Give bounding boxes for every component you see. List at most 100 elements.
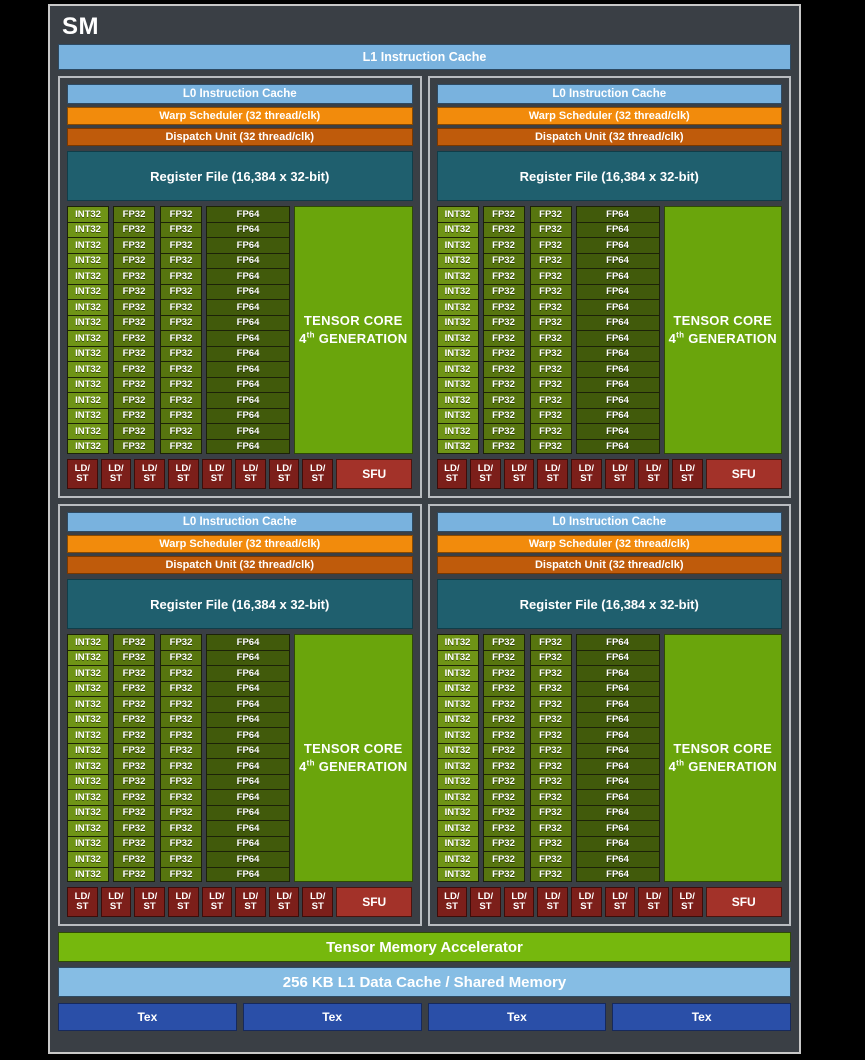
fp64-core-cell: FP64 bbox=[206, 758, 290, 774]
fp64-core-group: FP64 FP64 FP64 FP64 FP64 FP64 FP64 FP64 FP64 FP64… bbox=[575, 634, 660, 882]
int32-core-cell: INT32 bbox=[67, 789, 109, 805]
fp64-core-cell: FP64 bbox=[575, 330, 660, 346]
fp32-core-cell: FP32 bbox=[160, 268, 202, 284]
fp32-core-cell: FP32 bbox=[113, 283, 155, 299]
fp64-core-cell: FP64 bbox=[575, 423, 660, 439]
ldst-unit: LD/ST bbox=[268, 887, 300, 917]
fp64-core-cell: FP64 bbox=[575, 314, 660, 330]
fp32-core-group: FP32 FP32 FP32 FP32 FP32 FP32 FP32 FP32 FP32 FP32… bbox=[113, 206, 202, 454]
int32-core-cell: INT32 bbox=[436, 206, 479, 222]
core-array: INT32 INT32 INT32 INT32 INT32 INT32 INT32 INT32… bbox=[436, 206, 782, 454]
fp32-core-cell: FP32 bbox=[529, 649, 572, 665]
fp32-core-cell: FP32 bbox=[482, 299, 525, 315]
tensor-core-text: TENSOR CORE 4th GENERATION bbox=[299, 312, 407, 347]
int32-core-cell: INT32 bbox=[436, 866, 479, 882]
fp64-core-cell: FP64 bbox=[206, 314, 290, 330]
tensor-core-generation-label: 4th GENERATION bbox=[299, 330, 408, 346]
fp32-core-cell: FP32 bbox=[113, 268, 155, 284]
ldst-unit: LD/ST bbox=[436, 459, 468, 489]
ldst-sfu-row: LD/ST LD/ST LD/ST LD/ST LD/ST LD/ST LD/ST LD/ST… bbox=[67, 887, 413, 917]
fp64-core-cell: FP64 bbox=[206, 649, 290, 665]
fp32-core-cell: FP32 bbox=[482, 361, 525, 377]
fp32-core-column: FP32 FP32 FP32 FP32 FP32 FP32 FP32 FP32 FP32 FP32… bbox=[482, 634, 525, 882]
dispatch-unit-bar: Dispatch Unit (32 thread/clk) bbox=[67, 556, 413, 574]
ldst-unit-label-line2: ST bbox=[546, 473, 559, 484]
ldst-unit: LD/ST bbox=[235, 459, 266, 489]
dispatch-unit-bar: Dispatch Unit (32 thread/clk) bbox=[67, 128, 413, 146]
fp32-core-cell: FP32 bbox=[482, 438, 525, 454]
fp32-core-cell: FP32 bbox=[482, 665, 525, 681]
ldst-unit-label-line2: ST bbox=[681, 473, 694, 484]
int32-core-cell: INT32 bbox=[436, 820, 479, 836]
int32-core-column: INT32 INT32 INT32 INT32 INT32 INT32 INT32 INT32… bbox=[436, 634, 479, 882]
warp-scheduler-bar: Warp Scheduler (32 thread/clk) bbox=[67, 535, 413, 553]
fp32-core-cell: FP32 bbox=[160, 206, 202, 222]
fp32-core-cell: FP32 bbox=[482, 742, 525, 758]
fp64-core-cell: FP64 bbox=[575, 392, 660, 408]
fp32-core-cell: FP32 bbox=[529, 252, 572, 268]
fp64-core-cell: FP64 bbox=[575, 376, 660, 392]
tensor-core-text: TENSOR CORE 4th GENERATION bbox=[669, 740, 777, 775]
ldst-unit-label-line2: ST bbox=[445, 901, 458, 912]
int32-core-cell: INT32 bbox=[436, 361, 479, 377]
fp64-core-cell: FP64 bbox=[206, 789, 290, 805]
fp32-core-cell: FP32 bbox=[160, 665, 202, 681]
fp32-core-cell: FP32 bbox=[482, 330, 525, 346]
fp32-core-cell: FP32 bbox=[160, 314, 202, 330]
fp64-core-cell: FP64 bbox=[206, 820, 290, 836]
int32-core-cell: INT32 bbox=[436, 634, 479, 650]
fp32-core-cell: FP32 bbox=[482, 711, 525, 727]
int32-core-group: INT32 INT32 INT32 INT32 INT32 INT32 INT32 INT32… bbox=[436, 206, 479, 454]
ldst-unit-label-line2: ST bbox=[445, 473, 458, 484]
fp32-core-cell: FP32 bbox=[160, 345, 202, 361]
fp64-core-cell: FP64 bbox=[206, 221, 290, 237]
ldst-unit: LD/ST bbox=[67, 459, 98, 489]
fp32-core-cell: FP32 bbox=[160, 711, 202, 727]
fp32-core-cell: FP32 bbox=[113, 742, 155, 758]
l0-instruction-cache-bar: L0 Instruction Cache bbox=[436, 512, 782, 532]
ldst-unit-label-line2: ST bbox=[210, 901, 223, 912]
ldst-unit-label-line2: ST bbox=[143, 473, 156, 484]
fp32-core-cell: FP32 bbox=[529, 665, 572, 681]
fp32-core-cell: FP32 bbox=[160, 299, 202, 315]
fp32-core-cell: FP32 bbox=[482, 268, 525, 284]
ldst-unit: LD/ST bbox=[604, 459, 636, 489]
int32-core-cell: INT32 bbox=[67, 345, 109, 361]
ldst-unit-label-line2: ST bbox=[143, 901, 156, 912]
fp64-core-cell: FP64 bbox=[575, 711, 660, 727]
fp32-core-cell: FP32 bbox=[160, 680, 202, 696]
fp32-core-cell: FP32 bbox=[482, 758, 525, 774]
fp32-core-cell: FP32 bbox=[529, 206, 572, 222]
fp32-core-cell: FP32 bbox=[529, 392, 572, 408]
fp64-core-cell: FP64 bbox=[206, 742, 290, 758]
fp32-core-cell: FP32 bbox=[482, 727, 525, 743]
tensor-core-text: TENSOR CORE 4th GENERATION bbox=[299, 740, 407, 775]
fp64-core-cell: FP64 bbox=[206, 392, 290, 408]
tex-units-row: Tex Tex Tex Tex bbox=[58, 1003, 791, 1031]
tensor-core-generation-label: 4th GENERATION bbox=[668, 758, 777, 774]
ldst-unit-label-line2: ST bbox=[613, 901, 626, 912]
ldst-unit-label-line2: ST bbox=[311, 473, 324, 484]
tex-unit: Tex bbox=[58, 1003, 237, 1031]
int32-core-cell: INT32 bbox=[436, 221, 479, 237]
tex-unit: Tex bbox=[612, 1003, 791, 1031]
ldst-unit-label-line2: ST bbox=[244, 901, 257, 912]
fp64-core-cell: FP64 bbox=[575, 758, 660, 774]
sfu-unit: SFU bbox=[336, 459, 413, 489]
fp32-core-cell: FP32 bbox=[113, 345, 155, 361]
fp32-core-cell: FP32 bbox=[160, 773, 202, 789]
int32-core-cell: INT32 bbox=[436, 758, 479, 774]
int32-core-cell: INT32 bbox=[67, 866, 109, 882]
ldst-unit-label-line2: ST bbox=[109, 901, 122, 912]
fp32-core-cell: FP32 bbox=[482, 851, 525, 867]
fp32-core-cell: FP32 bbox=[529, 376, 572, 392]
core-array: INT32 INT32 INT32 INT32 INT32 INT32 INT32 INT32… bbox=[67, 634, 413, 882]
fp32-core-cell: FP32 bbox=[482, 407, 525, 423]
int32-core-cell: INT32 bbox=[67, 268, 109, 284]
int32-core-cell: INT32 bbox=[67, 742, 109, 758]
fp32-core-cell: FP32 bbox=[529, 835, 572, 851]
fp64-core-cell: FP64 bbox=[206, 299, 290, 315]
fp64-core-cell: FP64 bbox=[206, 851, 290, 867]
fp64-core-column: FP64 FP64 FP64 FP64 FP64 FP64 FP64 FP64 FP64 FP64… bbox=[575, 634, 660, 882]
tensor-core-generation-label: 4th GENERATION bbox=[668, 330, 777, 346]
